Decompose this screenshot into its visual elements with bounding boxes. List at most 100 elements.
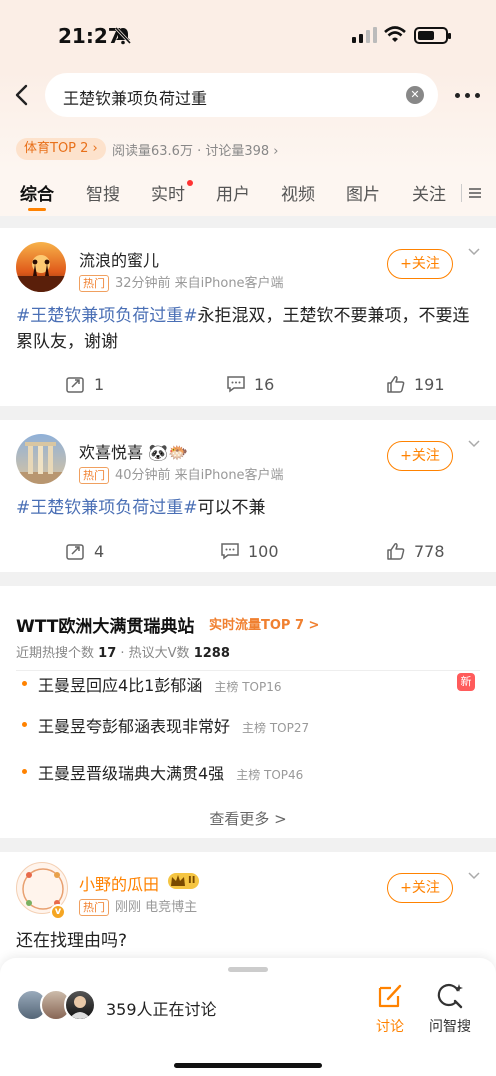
temple-columns-image [16,442,66,484]
post-time-source: 刚刚 电竞博主 [115,900,198,915]
tab-realtime[interactable]: 实时 [151,180,185,205]
post-username[interactable]: 流浪的蜜儿 [79,247,159,271]
discuss-button[interactable]: 讨论 [370,982,410,1036]
post-actions: 4 100 778 [0,538,496,566]
tab-smart-search[interactable]: 智搜 [86,180,120,205]
like-count: 778 [414,542,445,561]
username-emoji: 🐼🐡 [148,443,188,462]
repost-button[interactable]: 1 [66,371,104,399]
like-button[interactable]: 191 [386,371,445,399]
battery-icon [414,27,451,44]
drag-handle[interactable] [228,967,268,972]
trending-item-rank: 主榜 TOP46 [236,768,304,782]
ask-label: 问智搜 [429,1019,471,1035]
repost-button[interactable]: 4 [66,538,104,566]
trending-item-title: 王曼昱回应4比1彭郁涵 [38,676,203,695]
topic-stats[interactable]: 阅读量63.6万 · 讨论量398 › [112,140,279,159]
comment-button[interactable]: 16 [226,371,274,399]
trending-stats: 近期热搜个数 17 · 热议大V数 1288 [16,642,230,661]
trending-card[interactable]: WTT欧洲大满贯瑞典站 实时流量TOP 7 > 近期热搜个数 17 · 热议大V… [0,586,496,838]
vip-level-badge: II [168,873,200,889]
avatar[interactable] [16,242,66,292]
person-image [69,996,91,1019]
thumbs-up-icon [387,376,405,393]
post-card[interactable]: 流浪的蜜儿 热门 32分钟前 来自iPhone客户端 +关注 #王楚钦兼项负荷过重… [0,228,496,406]
back-arrow-icon[interactable] [10,80,34,110]
follow-button[interactable]: +关注 [387,441,453,471]
trending-item-text: 王曼昱回应4比1彭郁涵 主榜 TOP16 [38,672,281,696]
tab-comprehensive[interactable]: 综合 [20,180,54,205]
bullet-dot [22,769,27,774]
clear-icon[interactable]: ✕ [406,86,424,104]
trending-item[interactable]: 王曼昱晋级瑞典大满贯4强 主榜 TOP46 [0,757,496,787]
edit-icon [378,984,402,1008]
follow-button[interactable]: +关注 [387,249,453,279]
search-query[interactable]: 王楚钦兼项负荷过重 [63,85,207,109]
chevron-down-icon[interactable] [468,246,480,258]
trending-rank-badge[interactable]: 实时流量TOP 7 > [209,614,319,633]
sport-rank-badge[interactable]: 体育TOP 2 › [16,138,106,160]
post-content[interactable]: #王楚钦兼项负荷过重#永拒混双，王楚钦不要兼项，不要连累队友，谢谢 [16,303,480,355]
like-count: 191 [414,375,445,394]
post-meta: 热门 32分钟前 来自iPhone客户端 [79,272,284,292]
hot-tag: 热门 [79,275,109,292]
topic-stats-text: 阅读量63.6万 · 讨论量398 [112,144,270,159]
see-more-link[interactable]: 查看更多 > [0,808,496,829]
trending-item-rank: 主榜 TOP16 [214,680,282,694]
discussion-count[interactable]: 359人正在讨论 [106,996,217,1020]
big-v-count: 1288 [193,646,230,661]
verified-badge-icon: v [50,904,66,920]
tab-users[interactable]: 用户 [216,180,250,205]
topic-link[interactable]: #王楚钦兼项负荷过重# [16,306,198,326]
post-time-source: 40分钟前 来自iPhone客户端 [115,468,284,483]
post-username[interactable]: 欢喜悦喜 🐼🐡 [79,439,188,463]
tab-video[interactable]: 视频 [281,180,315,205]
thumbs-up-icon [387,543,405,560]
home-indicator[interactable] [174,1063,322,1068]
ask-smart-search-button[interactable]: 问智搜 [425,982,475,1036]
tab-images[interactable]: 图片 [346,180,380,205]
trending-title[interactable]: WTT欧洲大满贯瑞典站 [16,612,194,637]
search-header: 王楚钦兼项负荷过重 ✕ 体育TOP 2 › 阅读量63.6万 · 讨论量398 … [0,70,496,170]
realtime-new-dot [187,180,193,186]
like-button[interactable]: 778 [386,538,445,566]
discuss-label: 讨论 [376,1019,404,1035]
hot-search-count: 17 [98,646,117,661]
mute-bell-icon [115,27,131,45]
post-username[interactable]: 小野的瓜田 [79,871,159,895]
trending-item-rank: 主榜 TOP27 [242,721,310,735]
trending-item-text: 王曼昱晋级瑞典大满贯4强 主榜 TOP46 [38,760,303,784]
trending-item[interactable]: 王曼昱夸彭郁涵表现非常好 主榜 TOP27 [0,710,496,740]
active-tab-indicator [28,208,46,211]
sport-rank-label: 体育TOP 2 [24,141,89,156]
tab-bar: 综合 智搜 实时 用户 视频 图片 关注 [0,170,496,216]
wifi-icon [384,26,406,42]
comment-button[interactable]: 100 [220,538,279,566]
post-card[interactable]: 欢喜悦喜 🐼🐡 热门 40分钟前 来自iPhone客户端 +关注 #王楚钦兼项负荷… [0,420,496,572]
post-content[interactable]: 还在找理由吗? [16,926,127,951]
participant-avatar [64,989,96,1021]
trending-item[interactable]: 王曼昱回应4比1彭郁涵 主榜 TOP16 新 [0,669,496,699]
tab-separator [461,184,462,202]
post-time-source: 32分钟前 来自iPhone客户端 [115,276,284,291]
post-actions: 1 16 191 [0,371,496,399]
post-body-text: 可以不兼 [197,498,266,518]
follow-button[interactable]: +关注 [387,873,453,903]
avatar[interactable] [16,434,66,484]
post-content[interactable]: #王楚钦兼项负荷过重#可以不兼 [16,495,480,521]
tab-following[interactable]: 关注 [412,180,446,205]
big-v-count-label: · 热议大V数 [116,646,190,661]
trending-item-title: 王曼昱夸彭郁涵表现非常好 [38,717,231,736]
comment-icon [227,376,245,393]
comment-icon [221,543,239,560]
more-options-icon[interactable] [455,93,481,99]
comment-count: 16 [254,375,275,394]
sunset-couple-image [16,255,66,292]
search-input[interactable]: 王楚钦兼项负荷过重 ✕ [45,73,438,117]
discussion-bar: 359人正在讨论 讨论 问智搜 [0,958,496,1076]
trending-item-title: 王曼昱晋级瑞典大满贯4强 [38,764,225,783]
chevron-down-icon[interactable] [468,870,480,882]
tabs-menu-icon[interactable] [468,186,482,200]
topic-link[interactable]: #王楚钦兼项负荷过重# [16,498,198,518]
chevron-down-icon[interactable] [468,438,480,450]
